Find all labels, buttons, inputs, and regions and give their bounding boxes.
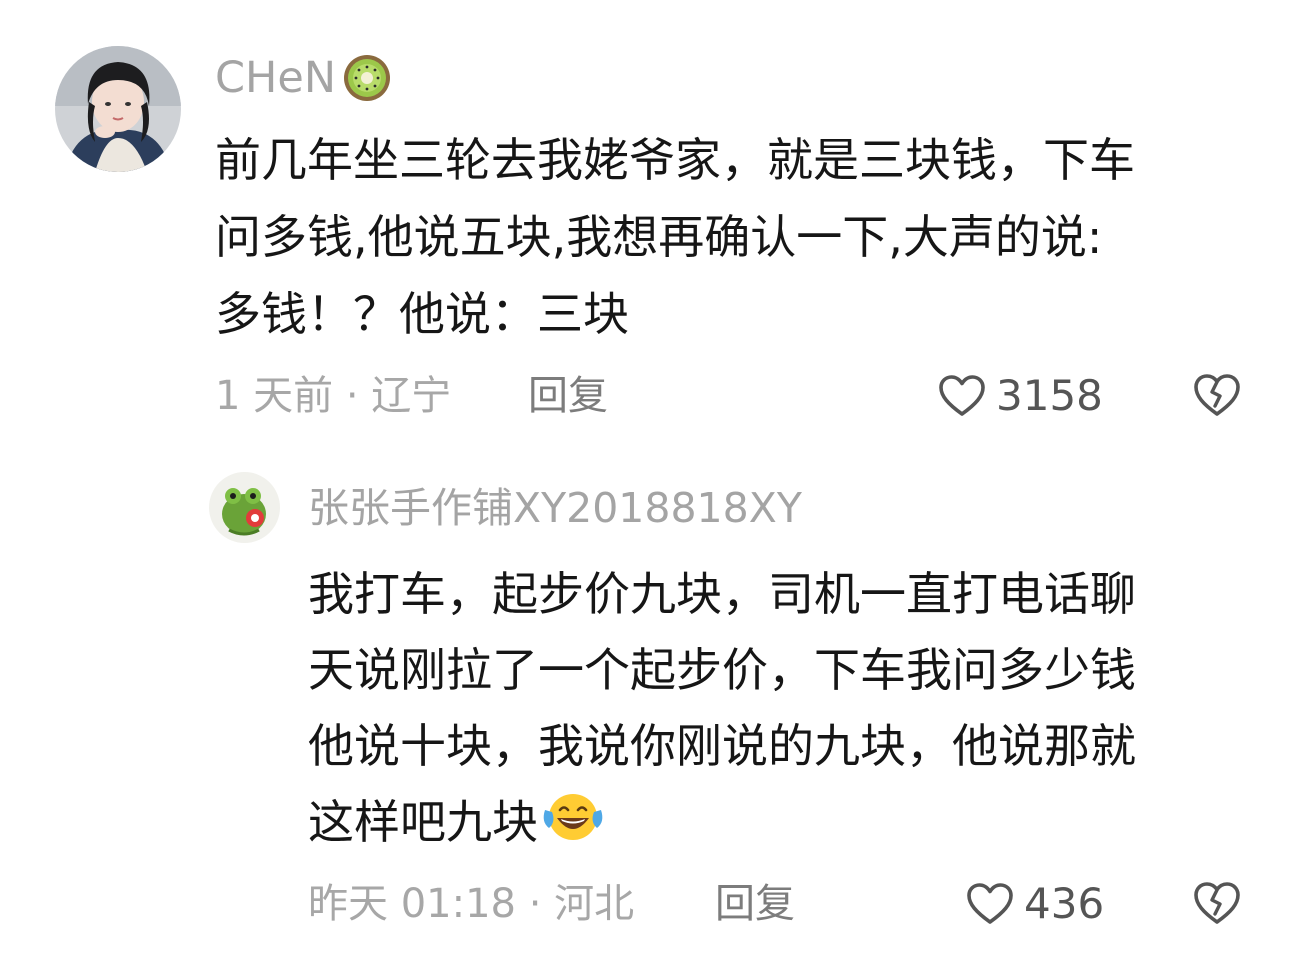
broken-heart-icon bbox=[1194, 882, 1240, 924]
comment-meta: 1 天前 · 辽宁 回复 3158 bbox=[0, 366, 1311, 426]
username[interactable]: CHeN bbox=[215, 50, 392, 106]
heart-icon bbox=[939, 375, 985, 416]
username-text: CHeN bbox=[215, 53, 336, 103]
dislike-button[interactable] bbox=[1192, 880, 1242, 943]
like-count: 3158 bbox=[996, 371, 1103, 420]
comment-text: 我打车，起步价九块，司机一直打电话聊 天说刚拉了一个起步价，下车我问多少钱 他说… bbox=[308, 556, 1268, 860]
like-button[interactable]: 3158 bbox=[938, 366, 1103, 426]
comment-meta: 昨天 01:18 · 河北 回复 436 bbox=[0, 874, 1311, 934]
avatar-image bbox=[55, 46, 181, 172]
comment-text-content: 我打车，起步价九块，司机一直打电话聊 天说刚拉了一个起步价，下车我问多少钱 他说… bbox=[308, 567, 1136, 849]
like-count: 436 bbox=[1024, 879, 1105, 928]
timestamp-location: 1 天前 · 辽宁 bbox=[215, 373, 452, 419]
avatar-image bbox=[209, 472, 280, 543]
timestamp-location: 昨天 01:18 · 河北 bbox=[308, 881, 635, 927]
username[interactable]: 张张手作铺XY2018818XY bbox=[308, 480, 802, 536]
heart-icon bbox=[967, 883, 1013, 924]
kiwi-icon bbox=[343, 55, 390, 101]
broken-heart-icon bbox=[1194, 374, 1240, 416]
like-button[interactable]: 436 bbox=[966, 874, 1104, 934]
dislike-button[interactable] bbox=[1192, 372, 1242, 435]
comment-text: 前几年坐三轮去我姥爷家，就是三块钱，下车 问多钱,他说五块,我想再确认一下,大声… bbox=[215, 133, 1135, 341]
reply-comment: 张张手作铺XY2018818XY 我打车，起步价九块，司机一直打电话聊 天说刚拉… bbox=[0, 450, 1311, 959]
avatar[interactable] bbox=[209, 472, 280, 543]
tears-of-joy-icon bbox=[543, 794, 603, 840]
reply-button[interactable]: 回复 bbox=[528, 366, 608, 426]
reply-button[interactable]: 回复 bbox=[715, 874, 795, 934]
avatar[interactable] bbox=[55, 46, 181, 172]
comment: CHeN 前几年坐三轮去我姥爷家，就是三块钱，下车 问多钱,他说五块,我想再确认… bbox=[0, 0, 1311, 450]
